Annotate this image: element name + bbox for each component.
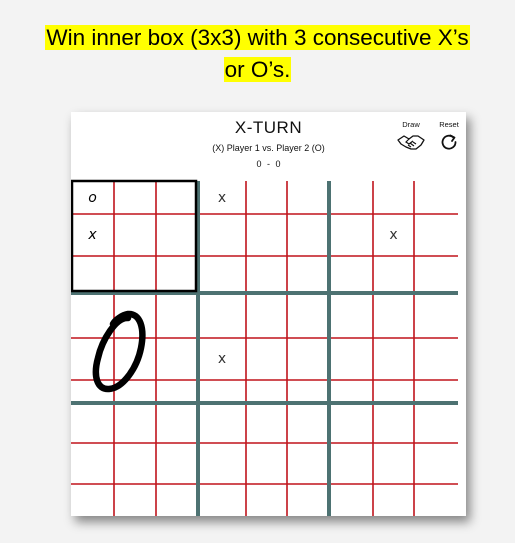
cell-mark: x <box>88 227 97 243</box>
game-board <box>71 179 458 516</box>
cell-mark: x <box>217 351 227 367</box>
handwritten-o-mark <box>92 310 146 393</box>
instruction-line-2: or O’s. <box>223 57 292 82</box>
game-card: X-TURN (X) Player 1 vs. Player 2 (O) 0 -… <box>71 112 466 516</box>
cell-mark: o <box>88 189 97 206</box>
cell-mark: x <box>217 189 227 206</box>
cell-mark: x <box>389 227 398 243</box>
instruction-line-1: Win inner box (3x3) with 3 consecutive X… <box>45 25 470 50</box>
instruction-headline: Win inner box (3x3) with 3 consecutive X… <box>0 22 515 86</box>
